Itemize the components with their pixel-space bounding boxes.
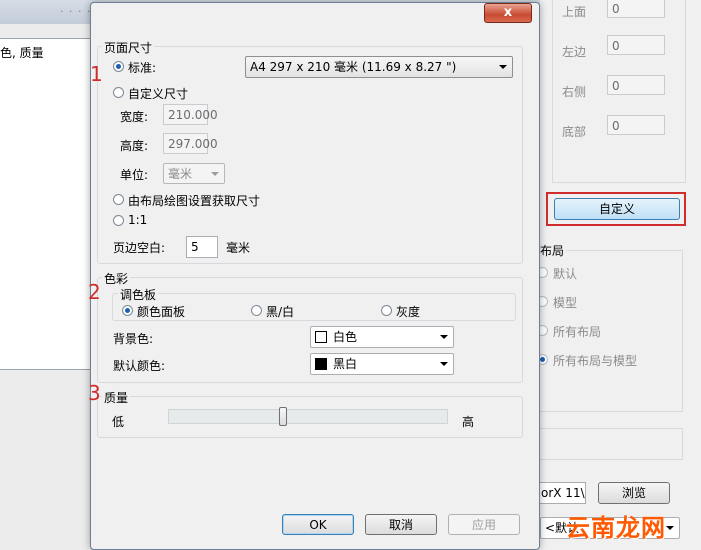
unit-select-value: 毫米 bbox=[168, 167, 193, 181]
background-list-item[interactable]: 色, 质量 bbox=[0, 44, 44, 61]
standard-size-radio[interactable] bbox=[113, 61, 124, 72]
quality-low-label: 低 bbox=[112, 415, 125, 429]
custom-size-radio[interactable] bbox=[113, 87, 124, 98]
default-color-select[interactable]: 黑白 bbox=[310, 353, 454, 375]
page-size-title: 页面尺寸 bbox=[102, 39, 155, 56]
width-label: 宽度: bbox=[120, 110, 149, 124]
layout-all-model-label: 所有布局与模型 bbox=[553, 354, 638, 368]
quality-slider-thumb[interactable] bbox=[279, 407, 287, 426]
quality-slider-track[interactable] bbox=[168, 409, 448, 424]
background-color-select[interactable]: 白色 bbox=[310, 326, 454, 348]
unit-label: 单位: bbox=[120, 168, 149, 182]
left-margin-input[interactable]: 0 bbox=[607, 35, 665, 55]
layout-default-label: 默认 bbox=[553, 267, 578, 281]
chevron-down-icon bbox=[211, 172, 219, 176]
output-group bbox=[540, 428, 683, 460]
standard-size-value: A4 297 x 210 毫米 (11.69 x 8.27 ") bbox=[250, 60, 457, 74]
standard-size-label: 标准: bbox=[128, 61, 157, 75]
close-icon: x bbox=[503, 5, 513, 20]
layout-all-label: 所有布局 bbox=[553, 325, 602, 339]
chevron-down-icon bbox=[499, 65, 507, 69]
color-title: 色彩 bbox=[102, 270, 131, 287]
custom-button[interactable]: 自定义 bbox=[554, 198, 680, 220]
default-color-value: 黑白 bbox=[333, 357, 358, 371]
path-input[interactable]: orX 11\D bbox=[538, 482, 586, 504]
unit-select[interactable]: 毫米 bbox=[163, 163, 225, 184]
background-list[interactable] bbox=[0, 38, 91, 370]
palette-gray-label: 灰度 bbox=[396, 305, 421, 319]
layout-model-label: 模型 bbox=[553, 296, 578, 310]
top-margin-input[interactable]: 0 bbox=[607, 0, 665, 18]
palette-bw-label: 黑/白 bbox=[266, 305, 295, 319]
bottom-margin-label: 底部 bbox=[562, 125, 587, 139]
layout-group-title: 布局 bbox=[538, 242, 567, 259]
one-to-one-label: 1:1 bbox=[128, 213, 148, 227]
palette-gray-radio[interactable] bbox=[381, 305, 392, 316]
margin-unit-label: 毫米 bbox=[226, 241, 251, 255]
chevron-down-icon bbox=[666, 526, 674, 530]
close-button[interactable]: x bbox=[484, 3, 532, 23]
palette-color-radio[interactable] bbox=[122, 305, 133, 316]
apply-button[interactable]: 应用 bbox=[448, 514, 520, 535]
right-margin-label: 右侧 bbox=[562, 85, 587, 99]
top-margin-label: 上面 bbox=[562, 5, 587, 19]
watermark-logo: 云南龙网 bbox=[566, 514, 666, 542]
background-color-value: 白色 bbox=[333, 330, 358, 344]
margin-input[interactable]: 5 bbox=[186, 236, 218, 258]
bottom-margin-input[interactable]: 0 bbox=[607, 115, 665, 135]
annotation-3: 3 bbox=[88, 381, 101, 405]
right-margin-input[interactable]: 0 bbox=[607, 75, 665, 95]
left-margin-label: 左边 bbox=[562, 45, 587, 59]
height-input[interactable]: 297.000 bbox=[163, 133, 218, 154]
margin-label: 页边空白: bbox=[113, 241, 166, 255]
quality-title: 质量 bbox=[102, 389, 131, 406]
browse-button[interactable]: 浏览 bbox=[598, 482, 670, 504]
black-swatch bbox=[315, 358, 327, 370]
from-layout-radio[interactable] bbox=[113, 194, 124, 205]
page-size-group bbox=[97, 46, 523, 264]
cancel-button[interactable]: 取消 bbox=[365, 514, 437, 535]
annotation-1: 1 bbox=[90, 62, 103, 86]
quality-high-label: 高 bbox=[462, 415, 475, 429]
height-label: 高度: bbox=[120, 139, 149, 153]
standard-size-select[interactable]: A4 297 x 210 毫米 (11.69 x 8.27 ") bbox=[245, 56, 513, 78]
chevron-down-icon bbox=[440, 362, 448, 366]
width-input[interactable]: 210.000 bbox=[163, 104, 218, 125]
palette-bw-radio[interactable] bbox=[251, 305, 262, 316]
one-to-one-radio[interactable] bbox=[113, 215, 124, 226]
white-swatch bbox=[315, 331, 327, 343]
background-color-label: 背景色: bbox=[113, 332, 154, 346]
palette-color-label: 颜色面板 bbox=[137, 305, 186, 319]
annotation-2: 2 bbox=[88, 280, 101, 304]
palette-title: 调色板 bbox=[118, 286, 159, 303]
default-color-label: 默认颜色: bbox=[113, 359, 166, 373]
ok-button[interactable]: OK bbox=[282, 514, 354, 535]
custom-size-label: 自定义尺寸 bbox=[128, 87, 189, 101]
chevron-down-icon bbox=[440, 335, 448, 339]
from-layout-label: 由布局绘图设置获取尺寸 bbox=[128, 194, 261, 208]
